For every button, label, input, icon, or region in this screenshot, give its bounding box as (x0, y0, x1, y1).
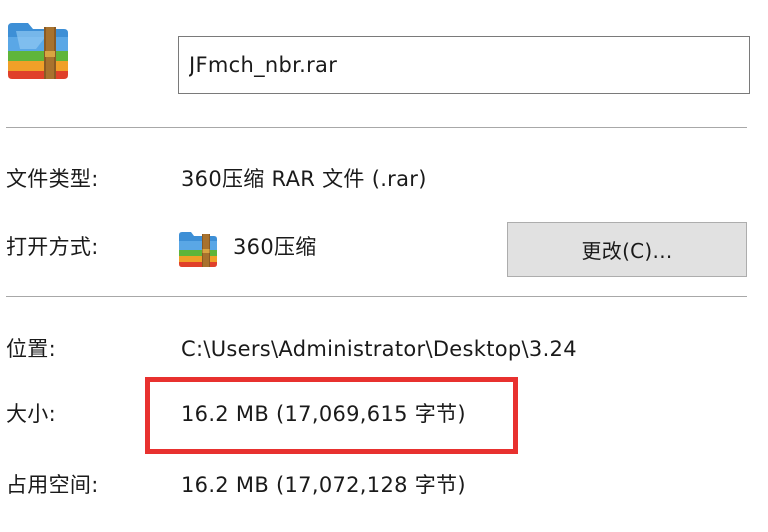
size-on-disk-value: 16.2 MB (17,072,128 字节) (181, 473, 466, 497)
size-label: 大小: (6, 402, 56, 426)
archive-app-icon (178, 231, 218, 268)
location-label: 位置: (6, 337, 56, 361)
archive-file-icon (6, 21, 70, 81)
file-type-value: 360压缩 RAR 文件 (.rar) (181, 167, 427, 191)
opens-with-value: 360压缩 (233, 235, 317, 259)
opens-with-label: 打开方式: (6, 235, 99, 259)
location-value: C:\Users\Administrator\Desktop\3.24 (181, 337, 577, 361)
size-on-disk-label: 占用空间: (6, 473, 99, 497)
change-button[interactable]: 更改(C)... (507, 222, 747, 277)
file-name-input[interactable] (178, 36, 750, 94)
divider (6, 296, 747, 297)
highlight-box (145, 377, 518, 454)
divider (6, 127, 747, 128)
file-type-label: 文件类型: (6, 167, 99, 191)
